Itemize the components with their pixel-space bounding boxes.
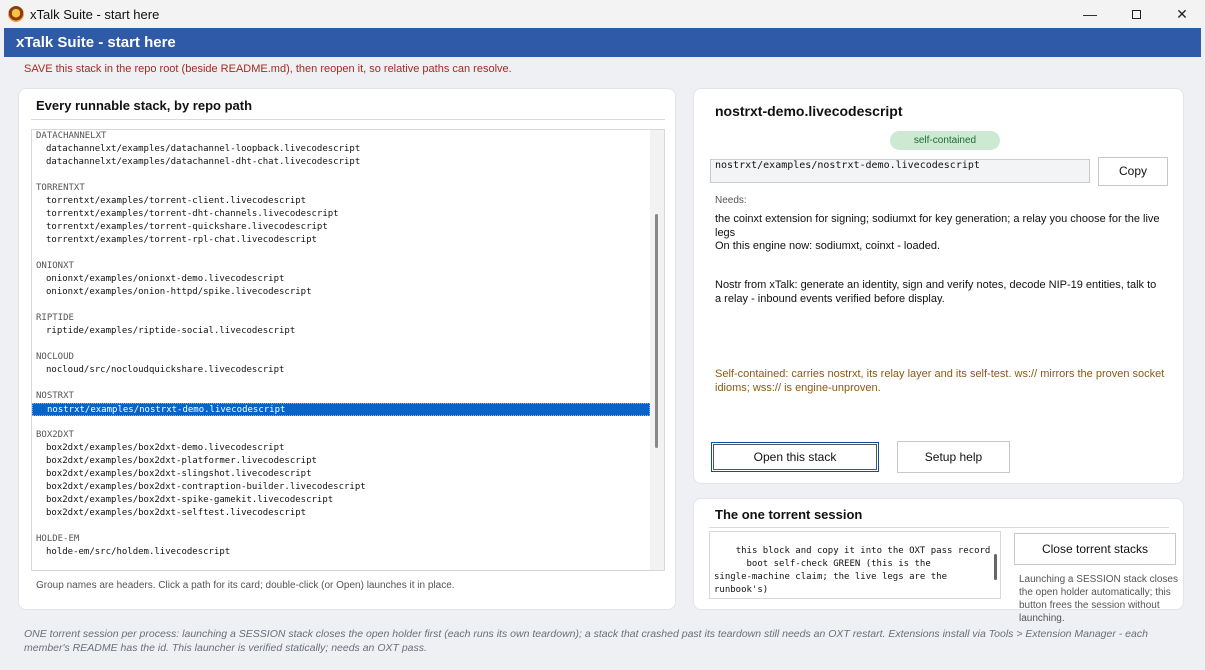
- copy-button[interactable]: Copy: [1098, 157, 1168, 186]
- minimize-button[interactable]: —: [1067, 0, 1113, 28]
- list-hint: Group names are headers. Click a path fo…: [36, 580, 455, 591]
- torrent-session-card: The one torrent session this block and c…: [693, 498, 1184, 624]
- stack-path-item[interactable]: box2dxt/examples/box2dxt-spike-gamekit.l…: [46, 494, 650, 507]
- stack-path-item[interactable]: holde-em/src/holdem.livecodescript: [46, 546, 650, 559]
- torrent-log-text: this block and copy it into the OXT pass…: [714, 546, 991, 595]
- scroll-thumb[interactable]: [655, 214, 658, 448]
- stack-list[interactable]: DATACHANNELXT datachannelxt/examples/data…: [31, 129, 665, 571]
- window-titlebar: xTalk Suite - start here — ✕: [0, 0, 1205, 28]
- status-badge: self-contained: [890, 131, 1000, 150]
- engine-status: On this engine now: sodiumxt, coinxt - l…: [715, 240, 941, 252]
- group-header: NOSTRXT: [36, 391, 74, 401]
- needs-label: Needs:: [715, 195, 747, 206]
- open-stack-button[interactable]: Open this stack: [711, 442, 879, 472]
- group-header: BOX2DXT: [36, 430, 74, 440]
- maximize-icon: [1131, 9, 1141, 19]
- stack-path-item[interactable]: torrentxt/examples/torrent-dht-channels.…: [46, 208, 650, 221]
- group-header: RIPTIDE: [36, 313, 74, 323]
- close-button[interactable]: ✕: [1159, 0, 1205, 28]
- stacks-panel: Every runnable stack, by repo path DATAC…: [18, 88, 676, 610]
- torrent-log[interactable]: this block and copy it into the OXT pass…: [709, 531, 1001, 599]
- stacks-panel-title: Every runnable stack, by repo path: [36, 98, 253, 113]
- stack-path-item[interactable]: nocloud/src/nocloudquickshare.livecodesc…: [46, 364, 650, 377]
- stack-path-item[interactable]: box2dxt/examples/box2dxt-selftest.liveco…: [46, 507, 650, 520]
- stack-path-item[interactable]: torrentxt/examples/torrent-quickshare.li…: [46, 221, 650, 234]
- stack-list-content: DATACHANNELXT datachannelxt/examples/data…: [32, 130, 650, 559]
- setup-help-button[interactable]: Setup help: [897, 441, 1010, 473]
- path-field[interactable]: nostrxt/examples/nostrxt-demo.livecodesc…: [710, 159, 1090, 183]
- window-controls: — ✕: [1067, 0, 1205, 28]
- stack-path-item[interactable]: riptide/examples/riptide-social.livecode…: [46, 325, 650, 338]
- stack-path-item[interactable]: datachannelxt/examples/datachannel-dht-c…: [46, 156, 650, 169]
- divider: [31, 119, 665, 120]
- group-header: HOLDE-EM: [36, 534, 80, 544]
- footer-note: ONE torrent session per process: launchi…: [24, 628, 1148, 654]
- needs-text: the coinxt extension for signing; sodium…: [715, 213, 1160, 239]
- group-header: NOCLOUD: [36, 352, 74, 362]
- stack-path-item[interactable]: onionxt/examples/onionxt-demo.livecodesc…: [46, 273, 650, 286]
- torrent-note: Launching a SESSION stack closes the ope…: [1019, 574, 1178, 624]
- stack-path-item[interactable]: box2dxt/examples/box2dxt-platformer.live…: [46, 455, 650, 468]
- stack-path-item[interactable]: box2dxt/examples/box2dxt-contraption-bui…: [46, 481, 650, 494]
- stack-path-item[interactable]: box2dxt/examples/box2dxt-slingshot.livec…: [46, 468, 650, 481]
- stack-path-item[interactable]: onionxt/examples/onion-httpd/spike.livec…: [46, 286, 650, 299]
- torrent-title: The one torrent session: [715, 507, 863, 522]
- header-band: xTalk Suite - start here: [4, 28, 1201, 57]
- card-title: nostrxt-demo.livecodescript: [715, 103, 903, 119]
- stack-path-item[interactable]: torrentxt/examples/torrent-rpl-chat.live…: [46, 234, 650, 247]
- close-torrent-button[interactable]: Close torrent stacks: [1014, 533, 1176, 565]
- stack-description: Nostr from xTalk: generate an identity, …: [715, 279, 1157, 305]
- window-title: xTalk Suite - start here: [30, 6, 160, 22]
- stack-path-item[interactable]: torrentxt/examples/torrent-client.liveco…: [46, 195, 650, 208]
- stack-list-scrollbar[interactable]: [650, 130, 664, 570]
- app-icon: [8, 6, 24, 22]
- self-contained-note: Self-contained: carries nostrxt, its rel…: [715, 368, 1165, 394]
- group-header: ONIONXT: [36, 261, 74, 271]
- group-header: TORRENTXT: [36, 183, 85, 193]
- stack-path-item-selected[interactable]: nostrxt/examples/nostrxt-demo.livecodesc…: [32, 403, 650, 416]
- save-warning: SAVE this stack in the repo root (beside…: [24, 63, 512, 75]
- log-scrollbar[interactable]: [994, 554, 997, 580]
- stack-path-item[interactable]: box2dxt/examples/box2dxt-demo.livecodesc…: [46, 442, 650, 455]
- divider: [709, 527, 1169, 528]
- header-title: xTalk Suite - start here: [16, 34, 176, 51]
- stack-card: nostrxt-demo.livecodescript self-contain…: [693, 88, 1184, 484]
- group-header: DATACHANNELXT: [36, 131, 107, 141]
- stack-path-item[interactable]: datachannelxt/examples/datachannel-loopb…: [46, 143, 650, 156]
- maximize-button[interactable]: [1113, 0, 1159, 28]
